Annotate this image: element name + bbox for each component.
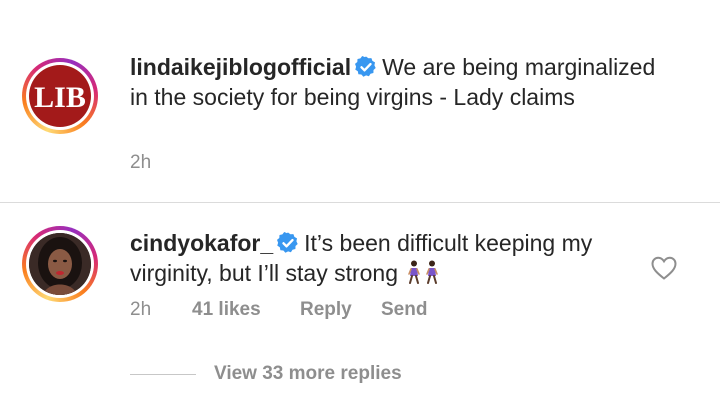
woman-walking-icon bbox=[426, 260, 439, 284]
verified-badge-icon bbox=[355, 56, 376, 77]
lib-logo-text: LIB bbox=[34, 81, 86, 114]
post-author-avatar[interactable]: LIB bbox=[22, 58, 98, 134]
post-author-username[interactable]: lindaikejiblogofficial bbox=[130, 54, 351, 80]
post-caption: LIB lindaikejiblogofficial We are being … bbox=[0, 0, 720, 210]
commenter-username[interactable]: cindyokafor_ bbox=[130, 230, 273, 256]
commenter-avatar[interactable] bbox=[22, 226, 98, 302]
view-more-replies-label: View 33 more replies bbox=[214, 363, 402, 384]
replies-divider-line bbox=[130, 373, 196, 375]
svg-text:LIB: LIB bbox=[34, 81, 86, 114]
comment-text: cindyokafor_ It’s been difficult keeping… bbox=[130, 228, 640, 288]
lib-logo: LIB bbox=[29, 65, 91, 127]
send-button[interactable]: Send bbox=[381, 299, 427, 321]
caption-timestamp: 2h bbox=[130, 152, 152, 173]
view-more-replies-button[interactable]: View 33 more replies bbox=[130, 362, 402, 386]
reply-button[interactable]: Reply bbox=[300, 299, 352, 321]
verified-badge-icon bbox=[277, 232, 298, 253]
commenter-photo bbox=[29, 233, 91, 295]
caption-text: lindaikejiblogofficial We are being marg… bbox=[130, 52, 670, 112]
comment-timestamp: 2h bbox=[130, 299, 152, 320]
caption-divider bbox=[0, 202, 720, 203]
comments-screen: LIB lindaikejiblogofficial We are being … bbox=[0, 0, 720, 419]
woman-walking-icon bbox=[408, 260, 421, 284]
like-heart-icon[interactable] bbox=[650, 255, 678, 281]
comment-likes-count[interactable]: 41 likes bbox=[192, 299, 261, 321]
